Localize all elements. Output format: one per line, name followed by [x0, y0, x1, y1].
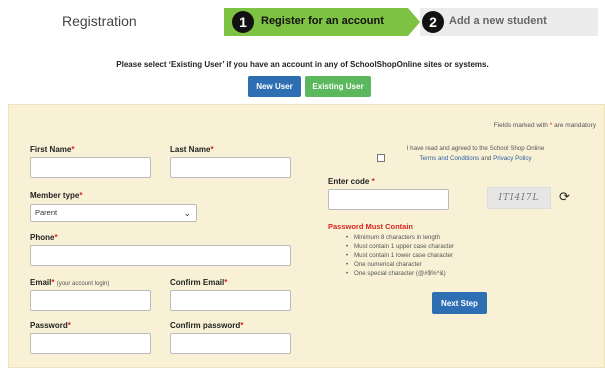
confirm-email-label: Confirm Email*: [170, 278, 228, 287]
email-input[interactable]: [30, 290, 151, 311]
password-label: Password*: [30, 321, 71, 330]
confirm-email-input[interactable]: [170, 290, 291, 311]
code-input[interactable]: [328, 189, 449, 210]
enter-code-label: Enter code *: [328, 177, 375, 186]
member-type-value: Parent: [35, 208, 58, 217]
password-rules-title: Password Must Contain: [328, 222, 414, 231]
existing-user-info: Please select ‘Existing User’ if you hav…: [116, 60, 489, 69]
email-hint: (your account login): [56, 281, 110, 287]
captcha-image: ITI4I7L: [487, 187, 551, 209]
member-type-select[interactable]: Parent ⌄: [30, 204, 197, 222]
step-label-register: Register for an account: [261, 15, 384, 27]
registration-form: Fields marked with * are mandatory First…: [8, 104, 605, 368]
first-name-label: First Name*: [30, 145, 75, 154]
list-item: One special character (@#$%^&): [346, 269, 454, 278]
list-item: Must contain 1 lower case character: [346, 251, 454, 260]
step-arrow: [408, 8, 420, 36]
refresh-icon[interactable]: ⟳: [559, 189, 570, 205]
last-name-input[interactable]: [170, 157, 291, 178]
phone-label: Phone*: [30, 233, 58, 242]
terms-checkbox[interactable]: [377, 154, 385, 162]
existing-user-button[interactable]: Existing User: [305, 76, 371, 97]
first-name-input[interactable]: [30, 157, 151, 178]
list-item: Minimum 8 characters in length: [346, 233, 454, 242]
terms-link[interactable]: Terms and Conditions: [419, 155, 479, 162]
step-add-student: 2 Add a new student: [420, 8, 598, 36]
privacy-link[interactable]: Privacy Policy: [493, 155, 532, 162]
step-number-2: 2: [422, 11, 444, 33]
last-name-label: Last Name*: [170, 145, 214, 154]
list-item: One numerical character: [346, 260, 454, 269]
chevron-down-icon: ⌄: [183, 208, 191, 218]
member-type-label: Member type*: [30, 191, 83, 200]
list-item: Must contain 1 upper case character: [346, 242, 454, 251]
phone-input[interactable]: [30, 245, 291, 266]
password-input[interactable]: [30, 333, 151, 354]
mandatory-note: Fields marked with * are mandatory: [493, 122, 596, 129]
terms-text: I have read and agreed to the School Sho…: [406, 145, 545, 162]
page-title: Registration: [62, 13, 137, 29]
new-user-button[interactable]: New User: [248, 76, 301, 97]
confirm-password-input[interactable]: [170, 333, 291, 354]
password-rules-list: Minimum 8 characters in length Must cont…: [346, 233, 454, 278]
confirm-password-label: Confirm password*: [170, 321, 244, 330]
step-number-1: 1: [232, 11, 254, 33]
step-register: 1 Register for an account: [224, 8, 408, 36]
next-step-button[interactable]: Next Step: [432, 292, 487, 314]
email-label: Email* (your account login): [30, 278, 110, 287]
step-label-add-student: Add a new student: [449, 15, 547, 27]
